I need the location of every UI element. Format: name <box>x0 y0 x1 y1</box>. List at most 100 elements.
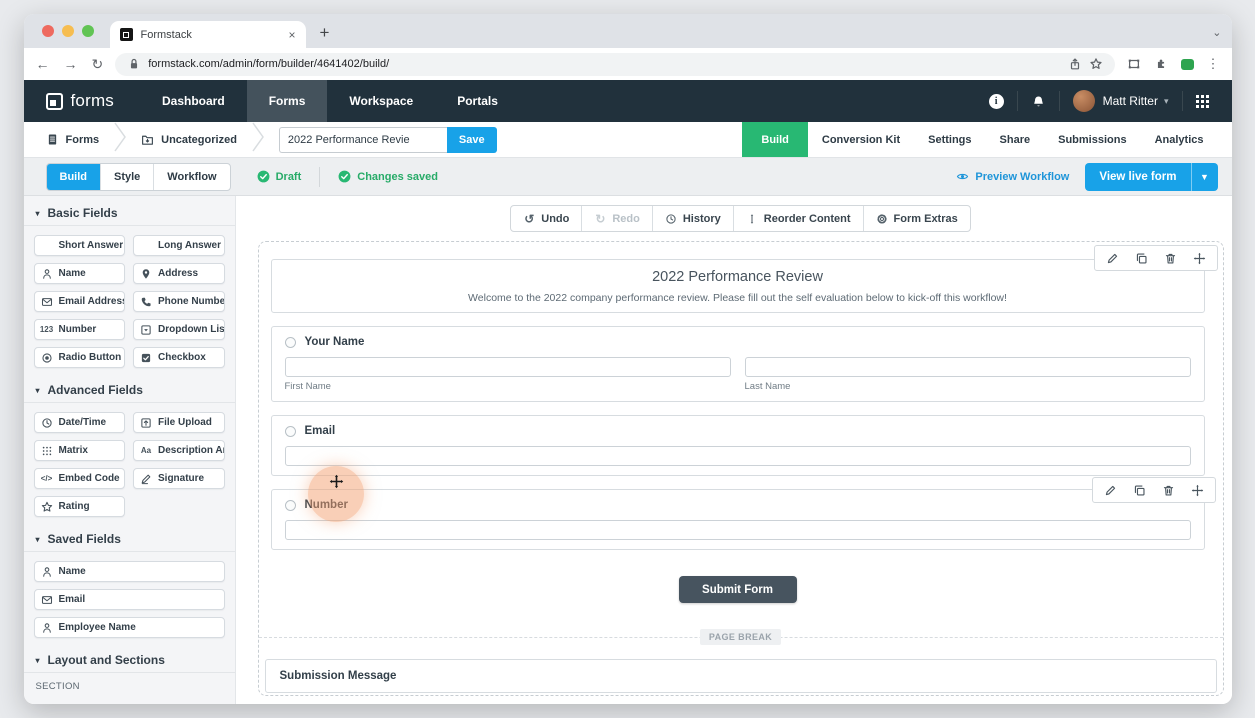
app-switcher-grid-icon[interactable] <box>1195 94 1209 108</box>
form-name-input[interactable] <box>278 126 447 153</box>
field-button-long-answer[interactable]: Long Answer <box>133 235 225 256</box>
extensions-puzzle-icon[interactable] <box>1154 57 1168 71</box>
number-123-icon: 123 <box>39 324 54 334</box>
field-button-signature[interactable]: Signature <box>133 468 225 489</box>
screen-capture-extension-icon[interactable] <box>1127 57 1141 71</box>
mode-workflow[interactable]: Workflow <box>153 163 229 190</box>
field-button-rating[interactable]: Rating <box>33 496 125 517</box>
browser-tab[interactable]: Formstack × <box>109 21 306 48</box>
nav-item-portals[interactable]: Portals <box>435 80 520 122</box>
user-menu[interactable]: Matt Ritter ▾ <box>1058 90 1182 112</box>
view-live-form-caret-icon[interactable]: ▼ <box>1192 163 1218 191</box>
nav-item-forms[interactable]: Forms <box>246 80 328 122</box>
action-history[interactable]: History <box>651 206 733 231</box>
action-undo[interactable]: ↺ Undo <box>511 206 581 231</box>
tab-search-chevron-icon[interactable]: ⌄ <box>1212 26 1221 39</box>
minimize-window-icon[interactable] <box>61 25 74 37</box>
long-answer-icon <box>140 240 152 252</box>
tab-settings[interactable]: Settings <box>914 122 985 157</box>
field-email[interactable]: Email <box>270 415 1205 476</box>
number-input[interactable] <box>284 520 1191 540</box>
zoom-window-icon[interactable] <box>81 25 94 37</box>
field-button-name[interactable]: Name <box>33 561 225 582</box>
field-button-label: Employee Name <box>58 622 136 633</box>
field-button-embed-code[interactable]: </> Embed Code <box>33 468 125 489</box>
mode-style[interactable]: Style <box>100 163 153 190</box>
field-button-email-address[interactable]: Email Address <box>33 291 125 312</box>
duplicate-copy-icon[interactable] <box>1125 478 1154 502</box>
tab-build[interactable]: Build <box>742 122 808 157</box>
info-icon[interactable]: i <box>988 93 1004 109</box>
email-input[interactable] <box>284 446 1191 466</box>
submission-message-panel[interactable]: Submission Message <box>264 659 1217 693</box>
sidebar-group-header[interactable]: ▾ Basic Fields <box>34 198 225 225</box>
tab-conversion-kit[interactable]: Conversion Kit <box>808 122 914 157</box>
preview-workflow-link[interactable]: Preview Workflow <box>956 170 1069 183</box>
field-button-description-area[interactable]: Aa Description Area <box>133 440 225 461</box>
field-button-file-upload[interactable]: File Upload <box>133 412 225 433</box>
delete-trash-icon[interactable] <box>1154 478 1183 502</box>
field-drag-handle[interactable] <box>284 336 296 348</box>
field-button-dropdown-list[interactable]: Dropdown List <box>133 319 225 340</box>
field-button-employee-name[interactable]: Employee Name <box>33 617 225 638</box>
action-reorder-content[interactable]: Reorder Content <box>732 206 863 231</box>
field-button-number[interactable]: 123 Number <box>33 319 125 340</box>
draft-label: Draft <box>275 170 302 183</box>
duplicate-copy-icon[interactable] <box>1127 246 1156 270</box>
forward-icon[interactable]: → <box>64 56 78 73</box>
save-button[interactable]: Save <box>446 126 497 153</box>
tab-analytics[interactable]: Analytics <box>1141 122 1218 157</box>
field-button-name[interactable]: Name <box>33 263 125 284</box>
submit-form-button[interactable]: Submit Form <box>678 576 797 603</box>
field-button-date-time[interactable]: Date/Time <box>33 412 125 433</box>
page-break-divider[interactable]: PAGE BREAK <box>258 628 1223 646</box>
nav-item-workspace[interactable]: Workspace <box>327 80 435 122</box>
form-header-card[interactable]: 2022 Performance Review Welcome to the 2… <box>270 245 1218 313</box>
field-button-phone-number[interactable]: Phone Number <box>133 291 225 312</box>
forms-logo[interactable]: forms <box>45 91 115 111</box>
tab-close-icon[interactable]: × <box>288 28 295 42</box>
sidebar-group-header[interactable]: ▾ Layout and Sections <box>34 645 225 672</box>
field-button-checkbox[interactable]: Checkbox <box>133 347 225 368</box>
add-plus-icon[interactable] <box>1183 478 1212 502</box>
field-your-name[interactable]: Your Name First Name Last Name <box>270 326 1205 402</box>
edit-pencil-icon[interactable] <box>1096 478 1125 502</box>
first-name-input[interactable] <box>284 357 731 377</box>
green-extension-icon[interactable] <box>1180 58 1194 70</box>
field-button-matrix[interactable]: Matrix <box>33 440 125 461</box>
tab-share[interactable]: Share <box>986 122 1045 157</box>
url-text[interactable]: formstack.com/admin/form/builder/4641402… <box>148 58 1060 70</box>
sidebar-group-header[interactable]: ▾ Saved Fields <box>34 524 225 551</box>
dropdown-icon <box>140 324 152 336</box>
breadcrumb-folder[interactable]: Uncategorized <box>141 122 237 157</box>
new-tab-button[interactable]: + <box>320 23 330 43</box>
field-button-short-answer[interactable]: Short Answer <box>33 235 125 256</box>
address-bar[interactable]: formstack.com/admin/form/builder/4641402… <box>115 52 1115 76</box>
field-button-email[interactable]: Email <box>33 589 225 610</box>
person-icon <box>41 622 53 634</box>
field-drag-handle[interactable] <box>284 499 296 511</box>
field-number[interactable]: Number <box>270 466 1216 550</box>
close-window-icon[interactable] <box>41 25 54 37</box>
tab-submissions[interactable]: Submissions <box>1044 122 1140 157</box>
reload-icon[interactable]: ↻ <box>92 56 104 73</box>
nav-item-dashboard[interactable]: Dashboard <box>140 80 247 122</box>
last-name-input[interactable] <box>744 357 1191 377</box>
form-dropzone[interactable]: 2022 Performance Review Welcome to the 2… <box>257 241 1224 696</box>
sidebar-group-header[interactable]: ▾ Advanced Fields <box>34 375 225 402</box>
mode-build[interactable]: Build <box>46 163 100 190</box>
bookmark-star-icon[interactable] <box>1089 57 1103 71</box>
view-live-form-button[interactable]: View live form ▼ <box>1085 162 1218 191</box>
field-drag-handle[interactable] <box>284 425 296 437</box>
field-button-address[interactable]: Address <box>133 263 225 284</box>
delete-trash-icon[interactable] <box>1156 246 1185 270</box>
back-icon[interactable]: ← <box>36 56 50 73</box>
browser-menu-icon[interactable]: ⋮ <box>1207 56 1220 72</box>
add-plus-icon[interactable] <box>1185 246 1214 270</box>
notifications-bell-icon[interactable] <box>1031 94 1046 109</box>
action-form-extras[interactable]: Form Extras <box>862 206 970 231</box>
breadcrumb-forms[interactable]: Forms <box>46 122 99 157</box>
field-button-radio-button[interactable]: Radio Button <box>33 347 125 368</box>
share-icon[interactable] <box>1068 57 1082 71</box>
edit-pencil-icon[interactable] <box>1098 246 1127 270</box>
